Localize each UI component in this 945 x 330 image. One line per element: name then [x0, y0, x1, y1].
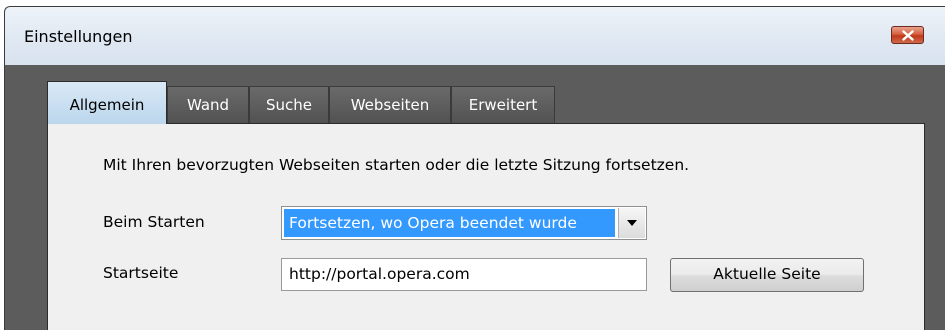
- tab-webseiten[interactable]: Webseiten: [329, 86, 451, 123]
- dialog-client-area: Allgemein Wand Suche Webseiten Erweitert…: [5, 65, 945, 330]
- tab-label: Erweitert: [468, 96, 538, 114]
- intro-text: Mit Ihren bevorzugten Webseiten starten …: [103, 156, 690, 174]
- startup-select[interactable]: Fortsetzen, wo Opera beendet wurde: [281, 206, 647, 240]
- startup-label: Beim Starten: [103, 213, 205, 231]
- tab-label: Webseiten: [350, 96, 430, 114]
- dropdown-button[interactable]: [618, 208, 645, 238]
- tab-label: Suche: [265, 96, 312, 114]
- homepage-label: Startseite: [103, 264, 179, 282]
- chevron-down-icon: [627, 220, 637, 226]
- homepage-input[interactable]: http://portal.opera.com: [281, 258, 647, 291]
- close-button[interactable]: [891, 26, 924, 44]
- tab-label: Allgemein: [69, 96, 145, 114]
- tab-erweitert[interactable]: Erweitert: [451, 86, 555, 123]
- startup-selected-value: Fortsetzen, wo Opera beendet wurde: [284, 209, 615, 237]
- current-page-button[interactable]: Aktuelle Seite: [670, 258, 864, 292]
- close-icon: [902, 30, 914, 41]
- settings-dialog: Einstellungen Allgemein Wand Suche Webse…: [4, 6, 945, 330]
- tab-wand[interactable]: Wand: [167, 86, 249, 123]
- tab-allgemein[interactable]: Allgemein: [47, 81, 167, 124]
- general-tab-panel: Mit Ihren bevorzugten Webseiten starten …: [47, 123, 925, 330]
- window-title: Einstellungen: [24, 27, 133, 46]
- tab-suche[interactable]: Suche: [249, 86, 329, 123]
- tab-label: Wand: [186, 96, 230, 114]
- title-bar: Einstellungen: [5, 7, 945, 65]
